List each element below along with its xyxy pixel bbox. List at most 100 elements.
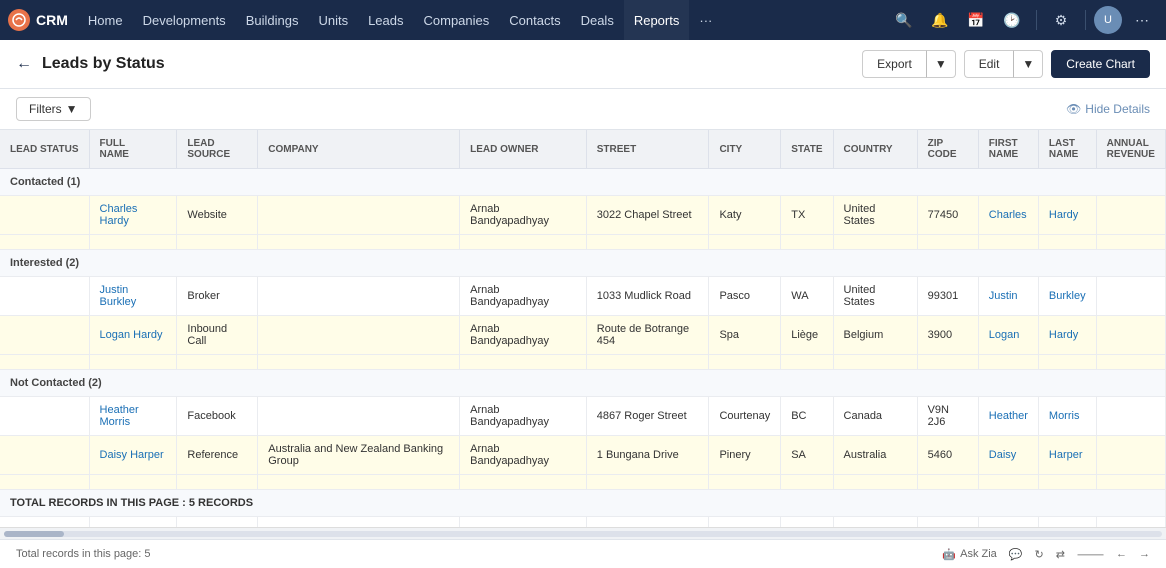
- cell-first-name[interactable]: Logan: [978, 316, 1038, 355]
- nav-forward-btn[interactable]: →: [1139, 548, 1150, 560]
- col-lead-source[interactable]: LEADSOURCE: [177, 130, 258, 169]
- cell-lead-status: [0, 196, 89, 235]
- spacer-cell: [177, 235, 258, 250]
- col-lead-status[interactable]: LEAD STATUS: [0, 130, 89, 169]
- hide-details-button[interactable]: 👁 Hide Details: [1066, 102, 1150, 116]
- cell-last-name[interactable]: Harper: [1038, 436, 1096, 475]
- nav-item-companies[interactable]: Companies: [414, 0, 500, 40]
- col-lead-owner[interactable]: LEAD OWNER: [460, 130, 587, 169]
- table-row: Charles HardyWebsiteArnab Bandyapadhyay3…: [0, 196, 1166, 235]
- nav-item-home[interactable]: Home: [78, 0, 133, 40]
- col-company[interactable]: COMPANY: [258, 130, 460, 169]
- spacer-cell: [781, 235, 833, 250]
- spacer-cell: [978, 475, 1038, 490]
- cell-first-name[interactable]: Daisy: [978, 436, 1038, 475]
- cell-lead-status: [0, 436, 89, 475]
- edit-dropdown-arrow[interactable]: ▼: [1013, 50, 1043, 78]
- bookmark-icon-btn[interactable]: ⸻: [1077, 546, 1104, 562]
- spacer-cell: [258, 475, 460, 490]
- cell-full-name[interactable]: Justin Burkley: [89, 277, 177, 316]
- cell-full-name[interactable]: Logan Hardy: [89, 316, 177, 355]
- bottom-actions: 🤖 Ask Zia 💬 ↻ ⇄ ⸻ ← →: [942, 546, 1150, 562]
- col-annual-revenue[interactable]: ANNUALREVENUE: [1096, 130, 1165, 169]
- cell-full-name[interactable]: Heather Morris: [89, 397, 177, 436]
- settings-icon[interactable]: ⚙: [1045, 4, 1077, 36]
- group-header-row: Contacted (1): [0, 169, 1166, 196]
- cell-full-name[interactable]: Charles Hardy: [89, 196, 177, 235]
- cell-last-name[interactable]: Hardy: [1038, 196, 1096, 235]
- cell-last-name[interactable]: Morris: [1038, 397, 1096, 436]
- back-button[interactable]: ←: [16, 55, 32, 73]
- ask-zia-button[interactable]: 🤖 Ask Zia: [942, 548, 996, 561]
- nav-back-btn[interactable]: ←: [1116, 548, 1127, 560]
- cell-state: TX: [781, 196, 833, 235]
- spacer-cell: [258, 235, 460, 250]
- col-city[interactable]: CITY: [709, 130, 781, 169]
- calendar-icon[interactable]: 📅: [960, 4, 992, 36]
- spacer-cell: [781, 355, 833, 370]
- empty-cell: [917, 517, 978, 528]
- nav-items: HomeDevelopmentsBuildingsUnitsLeadsCompa…: [78, 0, 722, 40]
- cell-lead-owner: Arnab Bandyapadhyay: [460, 196, 587, 235]
- export-dropdown-arrow[interactable]: ▼: [926, 50, 956, 78]
- cell-lead-owner: Arnab Bandyapadhyay: [460, 436, 587, 475]
- spacer-cell: [460, 355, 587, 370]
- spacer-cell: [460, 235, 587, 250]
- clock-icon[interactable]: 🕑: [996, 4, 1028, 36]
- share-icon-btn[interactable]: ⇄: [1056, 548, 1065, 561]
- cell-last-name[interactable]: Hardy: [1038, 316, 1096, 355]
- cell-lead-owner: Arnab Bandyapadhyay: [460, 397, 587, 436]
- edit-button[interactable]: Edit: [964, 50, 1014, 78]
- filters-button[interactable]: Filters ▼: [16, 97, 91, 121]
- col-state[interactable]: STATE: [781, 130, 833, 169]
- col-full-name[interactable]: FULLNAME: [89, 130, 177, 169]
- cell-company: [258, 397, 460, 436]
- export-button[interactable]: Export: [862, 50, 926, 78]
- nav-item-units[interactable]: Units: [308, 0, 358, 40]
- page-title: Leads by Status: [42, 55, 852, 73]
- notifications-icon[interactable]: 🔔: [924, 4, 956, 36]
- header-actions: Export ▼ Edit ▼ Create Chart: [862, 50, 1150, 78]
- avatar[interactable]: U: [1094, 6, 1122, 34]
- spacer-cell: [586, 355, 709, 370]
- total-records-row: TOTAL RECORDS IN THIS PAGE : 5 RECORDS: [0, 490, 1166, 517]
- cell-last-name[interactable]: Burkley: [1038, 277, 1096, 316]
- group-header-row: Interested (2): [0, 250, 1166, 277]
- chat-icon-btn[interactable]: 💬: [1009, 548, 1023, 561]
- cell-full-name[interactable]: Daisy Harper: [89, 436, 177, 475]
- cell-lead-source: Inbound Call: [177, 316, 258, 355]
- nav-item-buildings[interactable]: Buildings: [236, 0, 309, 40]
- cell-state: Liège: [781, 316, 833, 355]
- logo[interactable]: CRM: [8, 9, 68, 31]
- main-content: ← Leads by Status Export ▼ Edit ▼ Create…: [0, 40, 1166, 568]
- create-chart-button[interactable]: Create Chart: [1051, 50, 1150, 78]
- nav-item-developments[interactable]: Developments: [133, 0, 236, 40]
- col-street[interactable]: STREET: [586, 130, 709, 169]
- scrollbar-thumb[interactable]: [4, 531, 64, 537]
- table-row: Justin BurkleyBrokerArnab Bandyapadhyay1…: [0, 277, 1166, 316]
- nav-item-deals[interactable]: Deals: [571, 0, 624, 40]
- cell-first-name[interactable]: Heather: [978, 397, 1038, 436]
- col-zip-code[interactable]: ZIPCODE: [917, 130, 978, 169]
- cell-first-name[interactable]: Charles: [978, 196, 1038, 235]
- cell-annual-revenue: [1096, 436, 1165, 475]
- cell-first-name[interactable]: Justin: [978, 277, 1038, 316]
- nav-item-contacts[interactable]: Contacts: [499, 0, 570, 40]
- nav-item-reports[interactable]: Reports: [624, 0, 690, 40]
- horizontal-scrollbar[interactable]: [0, 527, 1166, 539]
- hide-details-label: Hide Details: [1085, 102, 1150, 116]
- apps-icon[interactable]: ⋯: [1126, 4, 1158, 36]
- cell-street: 1033 Mudlick Road: [586, 277, 709, 316]
- refresh-icon-btn[interactable]: ↻: [1035, 548, 1044, 561]
- col-country[interactable]: COUNTRY: [833, 130, 917, 169]
- nav-item-···[interactable]: ···: [689, 0, 722, 40]
- spacer-cell: [0, 235, 89, 250]
- search-icon[interactable]: 🔍: [888, 4, 920, 36]
- spacer-cell: [177, 355, 258, 370]
- col-last-name[interactable]: LASTNAME: [1038, 130, 1096, 169]
- nav-item-leads[interactable]: Leads: [358, 0, 413, 40]
- empty-cell: [460, 517, 587, 528]
- cell-lead-source: Facebook: [177, 397, 258, 436]
- col-first-name[interactable]: FIRSTNAME: [978, 130, 1038, 169]
- bottom-bar: Total records in this page: 5 🤖 Ask Zia …: [0, 539, 1166, 568]
